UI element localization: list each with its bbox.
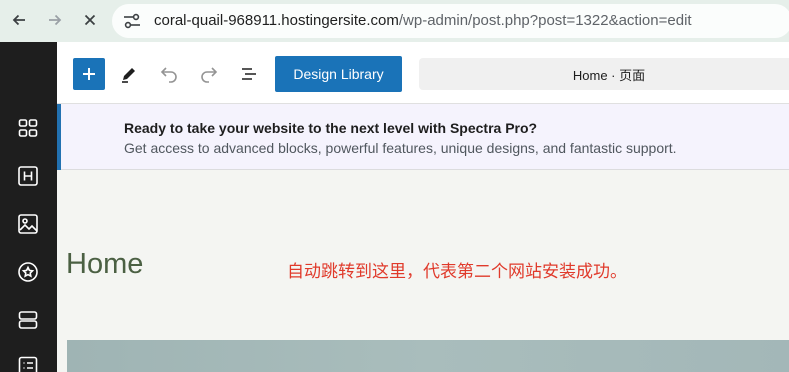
forward-icon[interactable] <box>43 8 67 32</box>
annotation-text: 自动跳转到这里，代表第二个网站安装成功。 <box>287 262 627 281</box>
admin-sidebar <box>0 42 57 372</box>
document-title-bar[interactable]: Home · 页面 <box>419 58 789 90</box>
spectra-pro-notice: Ready to take your website to the next l… <box>57 104 789 170</box>
undo-icon[interactable] <box>157 62 181 86</box>
url-path: /wp-admin/post.php?post=1322&action=edit <box>398 12 692 29</box>
layers-icon[interactable] <box>17 309 39 331</box>
notice-accent-bar <box>57 104 61 170</box>
close-icon[interactable] <box>78 8 102 32</box>
star-icon[interactable] <box>17 261 39 283</box>
notice-title: Ready to take your website to the next l… <box>124 120 538 136</box>
site-info-icon[interactable] <box>122 12 142 30</box>
browser-toolbar: coral-quail-968911.hostingersite.com/wp-… <box>0 0 789 42</box>
list-view-icon[interactable] <box>237 62 261 86</box>
back-icon[interactable] <box>7 8 31 32</box>
heading-icon[interactable] <box>17 165 39 187</box>
page-title[interactable]: Home <box>66 248 143 281</box>
plus-icon[interactable] <box>73 58 105 90</box>
blocks-icon[interactable] <box>17 117 39 139</box>
editor-toolbar: Design Library Home · 页面 <box>57 42 789 104</box>
redo-icon[interactable] <box>197 62 221 86</box>
design-library-button[interactable]: Design Library <box>275 56 402 92</box>
address-bar[interactable]: coral-quail-968911.hostingersite.com/wp-… <box>112 4 789 38</box>
cover-image-block[interactable] <box>67 340 789 372</box>
notice-text: Get access to advanced blocks, powerful … <box>124 140 677 156</box>
url-host: coral-quail-968911.hostingersite.com <box>154 12 399 29</box>
pencil-icon[interactable] <box>117 62 141 86</box>
image-icon[interactable] <box>17 213 39 235</box>
url-text: coral-quail-968911.hostingersite.com/wp-… <box>154 12 692 30</box>
list-icon[interactable] <box>17 355 39 372</box>
